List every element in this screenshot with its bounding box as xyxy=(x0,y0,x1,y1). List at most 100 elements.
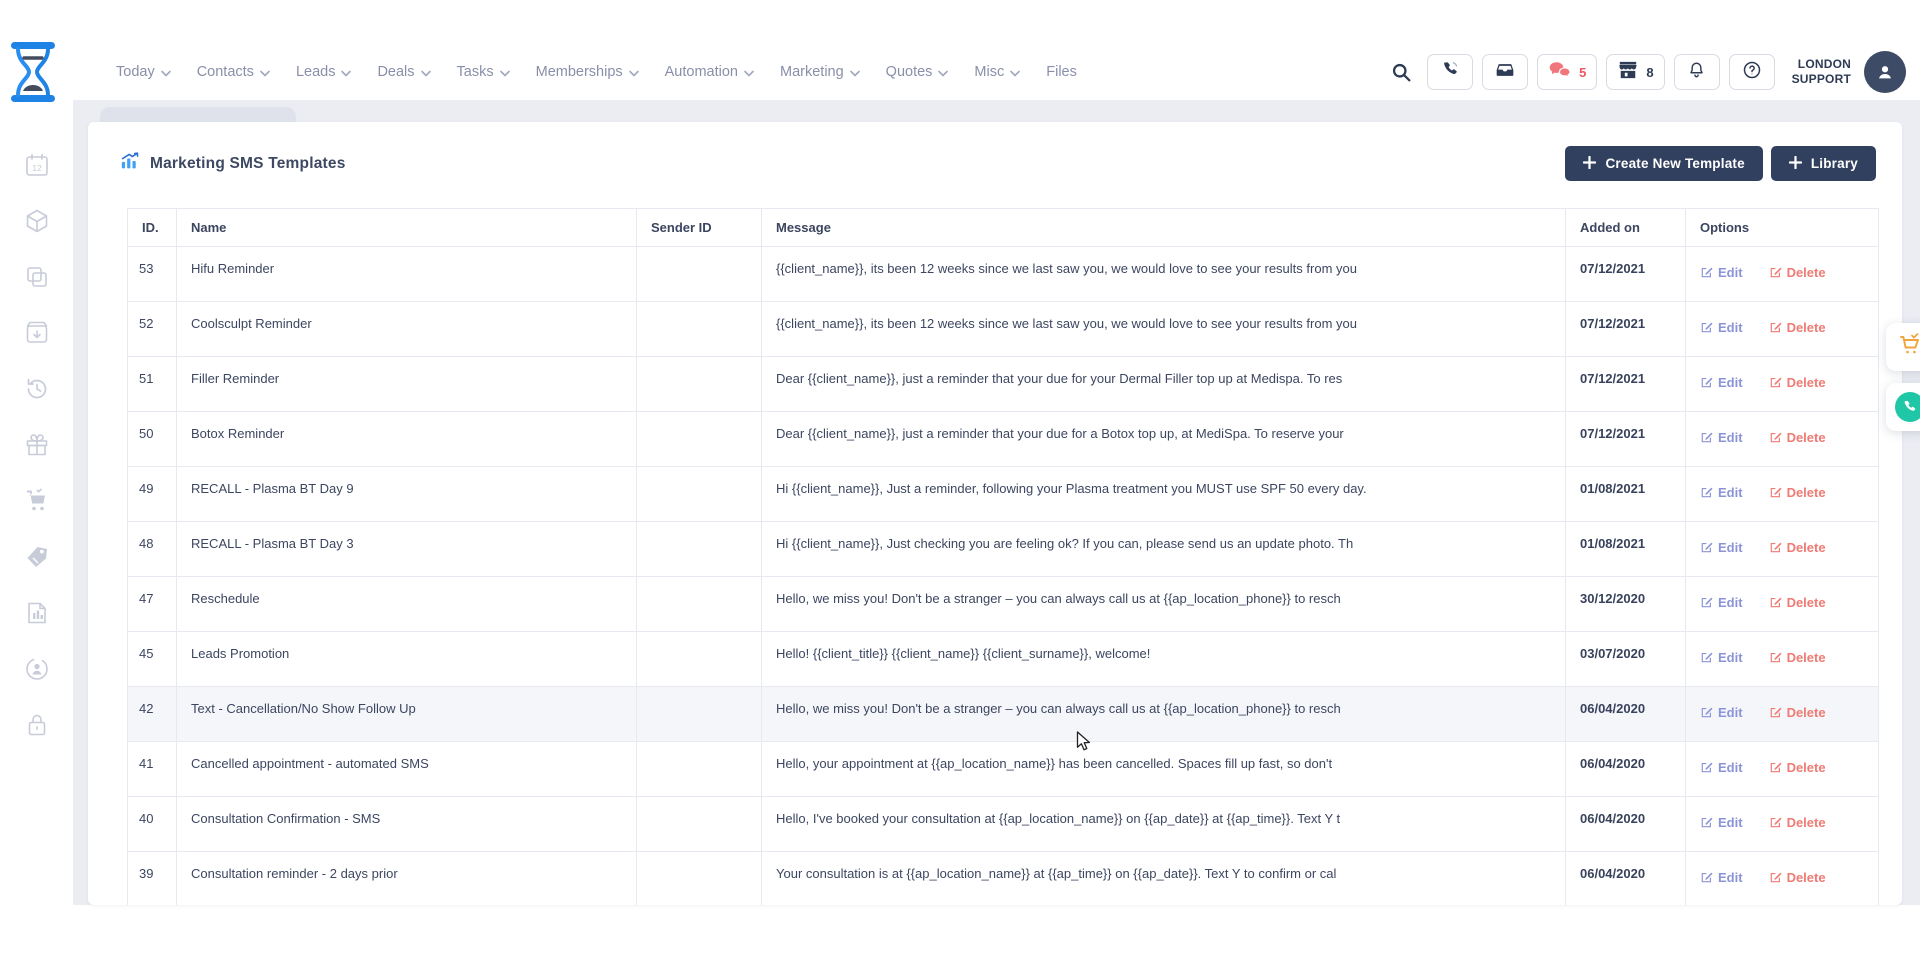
delete-button[interactable]: Delete xyxy=(1769,375,1826,390)
chevron-down-icon xyxy=(341,70,351,77)
nav-item-files[interactable]: Files xyxy=(1046,64,1077,80)
table-row: 53 Hifu Reminder {{client_name}}, its be… xyxy=(128,247,1879,302)
phone-button[interactable] xyxy=(1427,54,1473,90)
cart-icon[interactable] xyxy=(24,488,50,514)
nav-item-leads[interactable]: Leads xyxy=(296,64,352,80)
store-button[interactable]: 8 xyxy=(1606,54,1664,90)
template-id: 39 xyxy=(128,852,177,906)
nav-item-today[interactable]: Today xyxy=(116,64,171,80)
template-added-on: 06/04/2020 xyxy=(1566,687,1686,742)
svg-text:12: 12 xyxy=(32,163,42,173)
delete-button[interactable]: Delete xyxy=(1769,485,1826,500)
inbox-button[interactable] xyxy=(1482,54,1528,90)
edit-button[interactable]: Edit xyxy=(1700,705,1743,720)
edit-button[interactable]: Edit xyxy=(1700,485,1743,500)
chevron-down-icon xyxy=(850,70,860,77)
delete-button[interactable]: Delete xyxy=(1769,870,1826,885)
gift-icon[interactable] xyxy=(24,432,50,458)
delete-button[interactable]: Delete xyxy=(1769,650,1826,665)
chevron-down-icon xyxy=(260,70,270,77)
template-added-on: 30/12/2020 xyxy=(1566,577,1686,632)
table-header-row: ID.NameSender IDMessageAdded onOptions xyxy=(128,209,1879,247)
plus-icon xyxy=(1583,156,1596,172)
nav-item-quotes[interactable]: Quotes xyxy=(886,64,949,80)
calendar-icon[interactable]: 12 xyxy=(24,152,50,178)
plus-icon xyxy=(1789,156,1802,172)
create-new-template-button[interactable]: Create New Template xyxy=(1565,146,1762,181)
template-id: 53 xyxy=(128,247,177,302)
edit-button[interactable]: Edit xyxy=(1700,375,1743,390)
lock-icon[interactable] xyxy=(24,712,50,738)
floating-cart-button[interactable] xyxy=(1886,323,1920,371)
template-name: Reschedule xyxy=(177,577,637,632)
phone-icon xyxy=(1441,60,1460,84)
template-added-on: 07/12/2021 xyxy=(1566,247,1686,302)
table-row: 50 Botox Reminder Dear {{client_name}}, … xyxy=(128,412,1879,467)
template-message: Hello, we miss you! Don't be a stranger … xyxy=(762,577,1566,632)
template-message: {{client_name}}, its been 12 weeks since… xyxy=(762,247,1566,302)
floating-phone-button[interactable] xyxy=(1886,383,1920,431)
template-added-on: 01/08/2021 xyxy=(1566,522,1686,577)
account-icon[interactable] xyxy=(24,656,50,682)
edit-button[interactable]: Edit xyxy=(1700,430,1743,445)
template-id: 52 xyxy=(128,302,177,357)
edit-button[interactable]: Edit xyxy=(1700,265,1743,280)
template-options: Edit Delete xyxy=(1686,467,1879,522)
help-icon xyxy=(1742,60,1762,85)
delete-button[interactable]: Delete xyxy=(1769,540,1826,555)
nav-item-tasks[interactable]: Tasks xyxy=(457,64,510,80)
history-icon[interactable] xyxy=(24,376,50,402)
tag-icon[interactable] xyxy=(24,544,50,570)
template-id: 51 xyxy=(128,357,177,412)
user-avatar-icon[interactable] xyxy=(1864,51,1906,93)
nav-item-memberships[interactable]: Memberships xyxy=(536,64,639,80)
edit-button[interactable]: Edit xyxy=(1700,760,1743,775)
library-button[interactable]: Library xyxy=(1771,146,1876,181)
edit-button[interactable]: Edit xyxy=(1700,320,1743,335)
delete-button[interactable]: Delete xyxy=(1769,760,1826,775)
package-icon[interactable] xyxy=(24,208,50,234)
sidebar-menu: 12 xyxy=(0,152,73,738)
edit-button[interactable]: Edit xyxy=(1700,870,1743,885)
card-header: Marketing SMS Templates Create New Templ… xyxy=(88,122,1902,181)
app-logo[interactable] xyxy=(10,42,56,102)
template-id: 40 xyxy=(128,797,177,852)
template-sender-id xyxy=(637,412,762,467)
chevron-down-icon xyxy=(1010,70,1020,77)
table-row: 48 RECALL - Plasma BT Day 3 Hi {{client_… xyxy=(128,522,1879,577)
template-message: Hi {{client_name}}, Just checking you ar… xyxy=(762,522,1566,577)
nav-item-deals[interactable]: Deals xyxy=(377,64,430,80)
help-button[interactable] xyxy=(1729,54,1775,90)
template-options: Edit Delete xyxy=(1686,797,1879,852)
template-added-on: 06/04/2020 xyxy=(1566,742,1686,797)
delete-button[interactable]: Delete xyxy=(1769,430,1826,445)
template-sender-id xyxy=(637,632,762,687)
delete-button[interactable]: Delete xyxy=(1769,595,1826,610)
chart-file-icon[interactable] xyxy=(24,600,50,626)
delete-button[interactable]: Delete xyxy=(1769,705,1826,720)
edit-button[interactable]: Edit xyxy=(1700,595,1743,610)
delete-button[interactable]: Delete xyxy=(1769,265,1826,280)
chat-button[interactable]: 5 xyxy=(1537,54,1597,90)
notifications-button[interactable] xyxy=(1674,54,1720,90)
edit-button[interactable]: Edit xyxy=(1700,650,1743,665)
delete-button[interactable]: Delete xyxy=(1769,320,1826,335)
edit-button[interactable]: Edit xyxy=(1700,815,1743,830)
edit-button[interactable]: Edit xyxy=(1700,540,1743,555)
cart-orange-icon xyxy=(1898,333,1920,362)
table-row: 42 Text - Cancellation/No Show Follow Up… xyxy=(128,687,1879,742)
template-options: Edit Delete xyxy=(1686,522,1879,577)
chevron-down-icon xyxy=(161,70,171,77)
nav-item-marketing[interactable]: Marketing xyxy=(780,64,860,80)
nav-item-contacts[interactable]: Contacts xyxy=(197,64,270,80)
store-icon xyxy=(1617,60,1639,85)
nav-item-misc[interactable]: Misc xyxy=(974,64,1020,80)
nav-item-automation[interactable]: Automation xyxy=(665,64,754,80)
template-id: 45 xyxy=(128,632,177,687)
box-icon[interactable] xyxy=(24,320,50,346)
duplicate-icon[interactable] xyxy=(24,264,50,290)
search-icon[interactable] xyxy=(1384,55,1418,89)
delete-button[interactable]: Delete xyxy=(1769,815,1826,830)
template-added-on: 07/12/2021 xyxy=(1566,412,1686,467)
template-sender-id xyxy=(637,852,762,906)
